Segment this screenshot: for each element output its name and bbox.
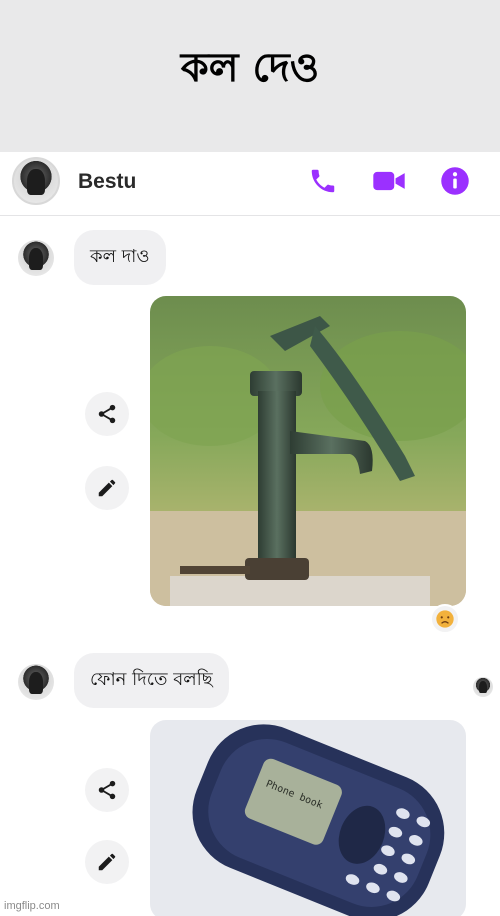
meme-caption-band: কল দেও xyxy=(0,0,500,152)
share-button[interactable] xyxy=(85,392,129,436)
info-icon xyxy=(441,167,469,195)
watermark: imgflip.com xyxy=(4,900,60,912)
edit-pencil-icon xyxy=(98,479,116,497)
photo-message-hand-pump[interactable] xyxy=(150,296,466,606)
reaction-badge[interactable] xyxy=(430,604,460,634)
message-bubble[interactable]: ফোন দিতে বলছি xyxy=(74,653,229,708)
sender-avatar[interactable] xyxy=(18,240,54,276)
edit-pencil-icon xyxy=(98,853,116,871)
info-button[interactable] xyxy=(440,166,470,196)
chat-header: Bestu xyxy=(0,152,500,216)
share-button[interactable] xyxy=(85,768,129,812)
sad-face-emoji-icon xyxy=(436,610,454,628)
share-icon xyxy=(98,404,116,424)
seen-indicator-avatar xyxy=(473,677,493,697)
contact-name[interactable]: Bestu xyxy=(78,170,136,194)
photo-message-nokia[interactable]: Phone book xyxy=(150,720,466,916)
video-call-button[interactable] xyxy=(372,166,405,196)
call-button[interactable] xyxy=(308,166,338,196)
video-camera-icon xyxy=(373,171,405,191)
phone-icon xyxy=(311,169,335,193)
contact-avatar[interactable] xyxy=(12,157,60,205)
edit-button[interactable] xyxy=(85,466,129,510)
meme-caption: কল দেও xyxy=(180,45,320,91)
nokia-phone-image: Phone book xyxy=(150,720,466,916)
message-bubble[interactable]: কল দাও xyxy=(74,230,166,285)
share-icon xyxy=(98,780,116,800)
edit-button[interactable] xyxy=(85,840,129,884)
hand-pump-image xyxy=(150,296,466,606)
sender-avatar[interactable] xyxy=(18,664,54,700)
